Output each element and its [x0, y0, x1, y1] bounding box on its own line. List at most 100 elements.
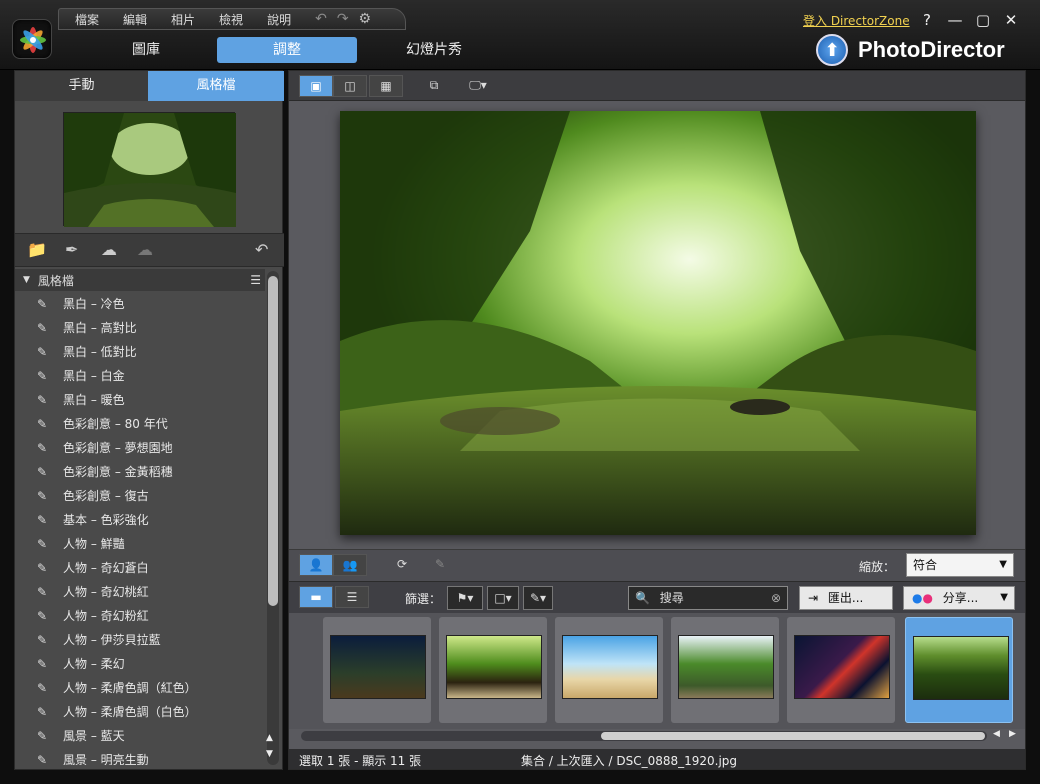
preset-section-header[interactable]: ▼ 風格檔 ☰ — [15, 269, 265, 291]
selection-status: 選取 1 張 - 顯示 11 張 — [299, 754, 422, 768]
menu-help[interactable]: 說明 — [267, 11, 291, 28]
export-button[interactable]: ⇥ 匯出... — [799, 586, 893, 610]
grid-view-icon[interactable]: ▦ — [369, 75, 403, 97]
thumbnail-image — [678, 635, 774, 699]
color-filter-icon[interactable]: □▾ — [487, 586, 519, 610]
film-thumbnail[interactable] — [671, 617, 779, 723]
filmstrip-scrollbar[interactable] — [301, 731, 987, 741]
search-input[interactable]: 🔍 搜尋 ⊗ — [628, 586, 788, 610]
login-link[interactable]: 登入 DirectorZone — [803, 12, 910, 29]
minimize-button[interactable]: — — [944, 9, 966, 31]
share-label: 分享... — [942, 591, 979, 605]
tab-library[interactable]: 圖庫 — [76, 37, 216, 63]
undo-icon[interactable]: ↶ — [315, 11, 327, 27]
preset-label: 色彩創意 – 金黃稻穗 — [63, 464, 173, 479]
preset-row[interactable]: ✎ 色彩創意 – 金黃稻穗 — [15, 459, 265, 483]
preset-row[interactable]: ✎ 黑白 – 暖色 — [15, 387, 265, 411]
menu-edit[interactable]: 編輯 — [123, 11, 147, 28]
new-preset-icon[interactable]: ✒ — [65, 240, 78, 259]
status-bar: 選取 1 張 - 顯示 11 張 集合 / 上次匯入 / DSC_0888_19… — [289, 749, 1025, 769]
list-menu-icon[interactable]: ☰ — [250, 273, 261, 287]
zoom-value: 符合 — [913, 558, 938, 572]
single-view-icon[interactable]: ▣ — [299, 75, 333, 97]
preset-row[interactable]: ✎ 色彩創意 – 復古 — [15, 483, 265, 507]
upgrade-arrow-icon[interactable]: ⬆ — [816, 34, 848, 66]
scroll-up-icon[interactable]: ▲ — [266, 733, 273, 743]
undo-icon[interactable]: ↶ — [255, 240, 268, 259]
preset-row[interactable]: ✎ 色彩創意 – 夢想園地 — [15, 435, 265, 459]
film-thumbnail[interactable] — [787, 617, 895, 723]
preset-label: 人物 – 柔幻 — [63, 656, 125, 671]
new-folder-icon[interactable]: 📁 — [27, 240, 47, 259]
menu-photo[interactable]: 相片 — [171, 11, 195, 28]
preset-list: ✎ 黑白 – 冷色 ✎ 黑白 – 高對比 ✎ 黑白 – 低對比 ✎ 黑白 – 白金 ✎ 黑… — [15, 291, 265, 766]
brush-icon: ✎ — [37, 585, 48, 599]
film-thumbnail[interactable] — [555, 617, 663, 723]
edit-filter-icon[interactable]: ✎▾ — [523, 586, 553, 610]
preset-row[interactable]: ✎ 風景 – 明亮生動 — [15, 747, 265, 766]
tab-preset[interactable]: 風格檔 — [148, 71, 284, 101]
menu-file[interactable]: 檔案 — [75, 11, 99, 28]
gear-icon[interactable]: ⚙ — [359, 11, 372, 27]
collapse-arrow-icon[interactable]: ▼ — [23, 275, 30, 285]
film-thumbnail[interactable] — [439, 617, 547, 723]
monitor-icon[interactable]: 🖵▾ — [461, 75, 495, 97]
preset-row[interactable]: ✎ 人物 – 柔膚色調（白色） — [15, 699, 265, 723]
preset-row[interactable]: ✎ 基本 – 色彩強化 — [15, 507, 265, 531]
brush-icon: ✎ — [37, 489, 48, 503]
scroll-left-icon[interactable]: ◀ — [993, 729, 1000, 739]
brush-icon: ✎ — [37, 633, 48, 647]
preset-row[interactable]: ✎ 人物 – 伊莎貝拉藍 — [15, 627, 265, 651]
multi-face-icon[interactable]: 👥 — [333, 554, 367, 576]
maximize-button[interactable]: ▢ — [972, 9, 994, 31]
film-thumbnail-selected[interactable] — [905, 617, 1013, 723]
file-path: 集合 / 上次匯入 / DSC_0888_1920.jpg — [521, 754, 738, 768]
rotate-view-icon[interactable]: ⧉ — [417, 75, 451, 97]
tab-manual[interactable]: 手動 — [15, 71, 148, 101]
flag-filter-icon[interactable]: ⚑▾ — [447, 586, 483, 610]
single-face-icon[interactable]: 👤 — [299, 554, 333, 576]
preset-row[interactable]: ✎ 色彩創意 – 80 年代 — [15, 411, 265, 435]
preset-row[interactable]: ✎ 風景 – 藍天 — [15, 723, 265, 747]
thumbnail-image — [330, 635, 426, 699]
stack-rotate-icon[interactable]: ⟳ — [385, 554, 419, 576]
brand: ⬆ PhotoDirector — [816, 34, 1005, 66]
close-button[interactable]: ✕ — [1000, 9, 1022, 31]
preset-row[interactable]: ✎ 黑白 – 冷色 — [15, 291, 265, 315]
preset-row[interactable]: ✎ 人物 – 柔膚色調（紅色） — [15, 675, 265, 699]
preset-row[interactable]: ✎ 黑白 – 白金 — [15, 363, 265, 387]
app-logo-icon[interactable] — [12, 19, 52, 59]
scroll-right-icon[interactable]: ▶ — [1009, 729, 1016, 739]
preset-row[interactable]: ✎ 人物 – 奇幻粉紅 — [15, 603, 265, 627]
preset-row[interactable]: ✎ 人物 – 奇幻蒼白 — [15, 555, 265, 579]
film-thumbnail[interactable] — [323, 617, 431, 723]
preset-row[interactable]: ✎ 人物 – 鮮豔 — [15, 531, 265, 555]
chevron-down-icon[interactable]: ▼ — [1000, 587, 1008, 609]
share-button[interactable]: ●● 分享... ▼ — [903, 586, 1015, 610]
preset-scrollbar[interactable] — [267, 271, 279, 765]
brush-icon: ✎ — [37, 753, 48, 765]
clear-icon[interactable]: ⊗ — [771, 587, 781, 609]
preset-label: 色彩創意 – 夢想園地 — [63, 440, 173, 455]
scroll-thumb[interactable] — [268, 276, 278, 606]
preset-label: 基本 – 色彩強化 — [63, 512, 149, 527]
tab-adjust[interactable]: 調整 — [217, 37, 357, 63]
tab-slideshow[interactable]: 幻燈片秀 — [364, 37, 504, 63]
preset-row[interactable]: ✎ 黑白 – 高對比 — [15, 315, 265, 339]
brush-icon: ✎ — [37, 321, 48, 335]
thumbnail-view-icon[interactable]: ▬ — [299, 586, 333, 608]
menu-view[interactable]: 檢視 — [219, 11, 243, 28]
scroll-down-icon[interactable]: ▼ — [266, 749, 273, 759]
list-view-icon[interactable]: ☰ — [335, 586, 369, 608]
preset-row[interactable]: ✎ 人物 – 柔幻 — [15, 651, 265, 675]
preset-row[interactable]: ✎ 黑白 – 低對比 — [15, 339, 265, 363]
upload-preset-icon[interactable]: ☁ — [137, 240, 153, 259]
edit-pen-icon[interactable]: ✎ — [423, 554, 457, 576]
compare-view-icon[interactable]: ◫ — [333, 75, 367, 97]
redo-icon[interactable]: ↷ — [337, 11, 349, 27]
help-button[interactable]: ? — [916, 9, 938, 31]
zoom-select[interactable]: 符合 ▼ — [906, 553, 1014, 577]
preset-row[interactable]: ✎ 人物 – 奇幻桃紅 — [15, 579, 265, 603]
download-preset-icon[interactable]: ☁ — [101, 240, 117, 259]
scroll-thumb[interactable] — [601, 732, 985, 740]
